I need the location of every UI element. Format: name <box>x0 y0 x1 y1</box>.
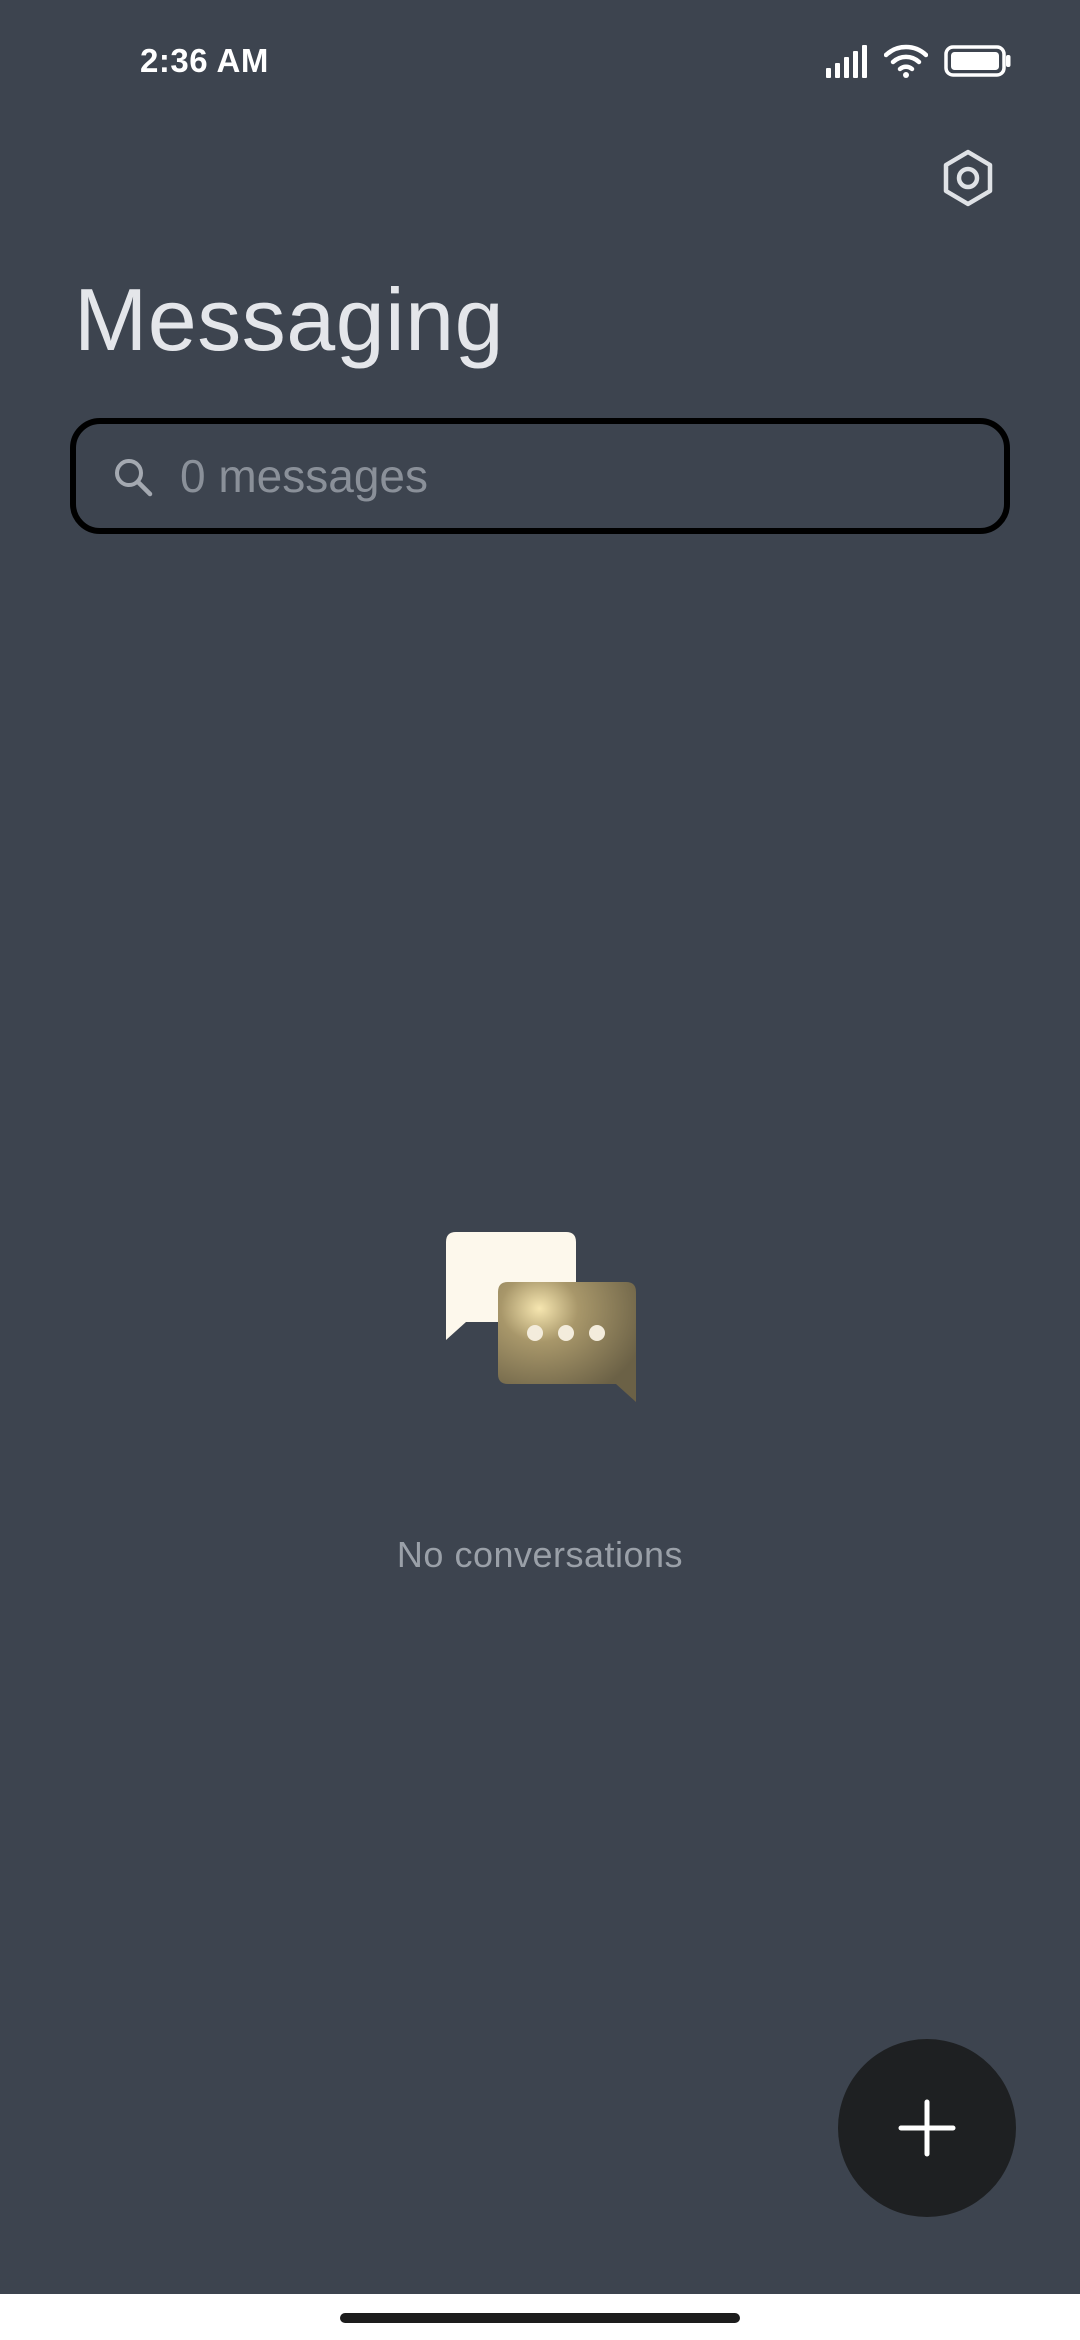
battery-icon <box>944 45 1011 77</box>
empty-state-illustration <box>440 1226 644 1406</box>
signal-icon <box>826 45 867 78</box>
status-bar: 2:36 AM <box>0 0 1080 125</box>
settings-button[interactable] <box>936 146 1000 210</box>
new-conversation-button[interactable] <box>838 2039 1016 2217</box>
page-title: Messaging <box>74 270 505 369</box>
chat-bubbles-icon <box>446 1232 636 1402</box>
status-icons <box>826 44 1012 78</box>
settings-icon <box>943 149 993 207</box>
empty-state-message: No conversations <box>396 1534 684 1575</box>
search-bar[interactable] <box>70 418 1010 534</box>
search-input[interactable] <box>180 440 970 512</box>
home-indicator[interactable] <box>340 2313 740 2323</box>
status-time: 2:36 AM <box>140 42 269 79</box>
plus-icon <box>898 2099 956 2157</box>
search-icon <box>115 459 153 497</box>
wifi-icon <box>884 44 928 78</box>
